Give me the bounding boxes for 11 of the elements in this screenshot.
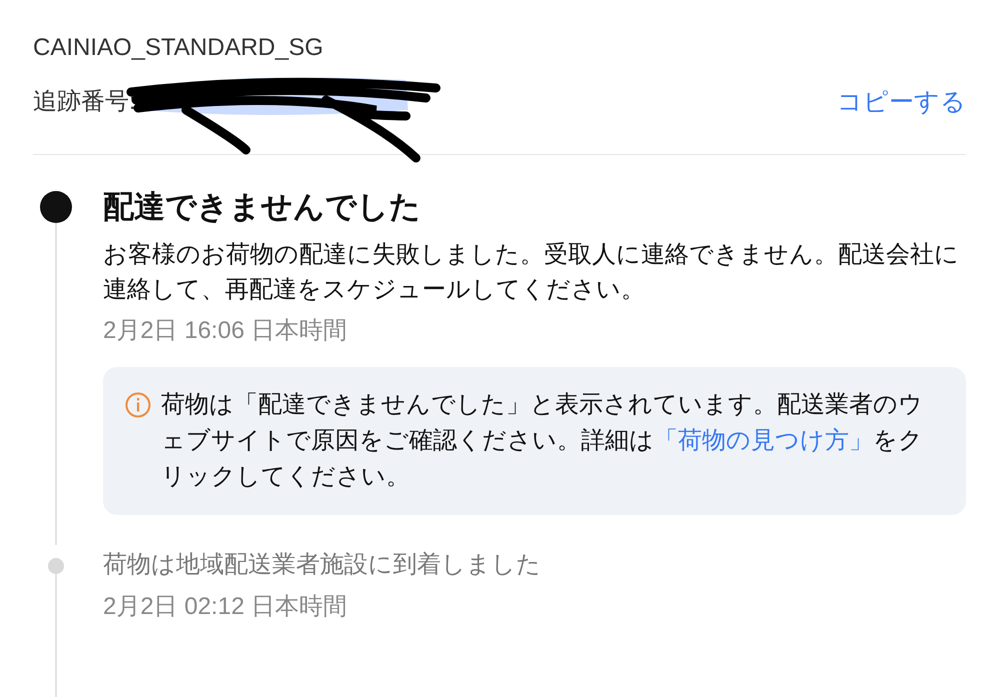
notice-text: 荷物は「配達できませんでした」と表示されています。配送業者のウェブサイトで原因をご確認ください。詳細は「荷物の見つけ方」をクリックしてください。 (161, 390, 924, 492)
find-package-link[interactable]: 「荷物の見つけ方」 (654, 427, 873, 454)
event-title: 荷物は地域配送業者施設に到着しました (103, 550, 542, 580)
carrier-name: CAINIAO_STANDARD_SG (33, 33, 324, 63)
event-time: 2月2日 16:06 日本時間 (103, 316, 348, 346)
info-icon (125, 392, 151, 418)
current-status-dot (40, 191, 72, 223)
event-description: お客様のお荷物の配達に失敗しました。受取人に連絡できません。配送会社に連絡して、再配達をスケジュールしてください。 (103, 240, 960, 305)
event-time: 2月2日 02:12 日本時間 (103, 592, 348, 622)
event-title: 配達できませんでした (103, 188, 422, 226)
copy-button[interactable]: コピーする (837, 84, 966, 120)
